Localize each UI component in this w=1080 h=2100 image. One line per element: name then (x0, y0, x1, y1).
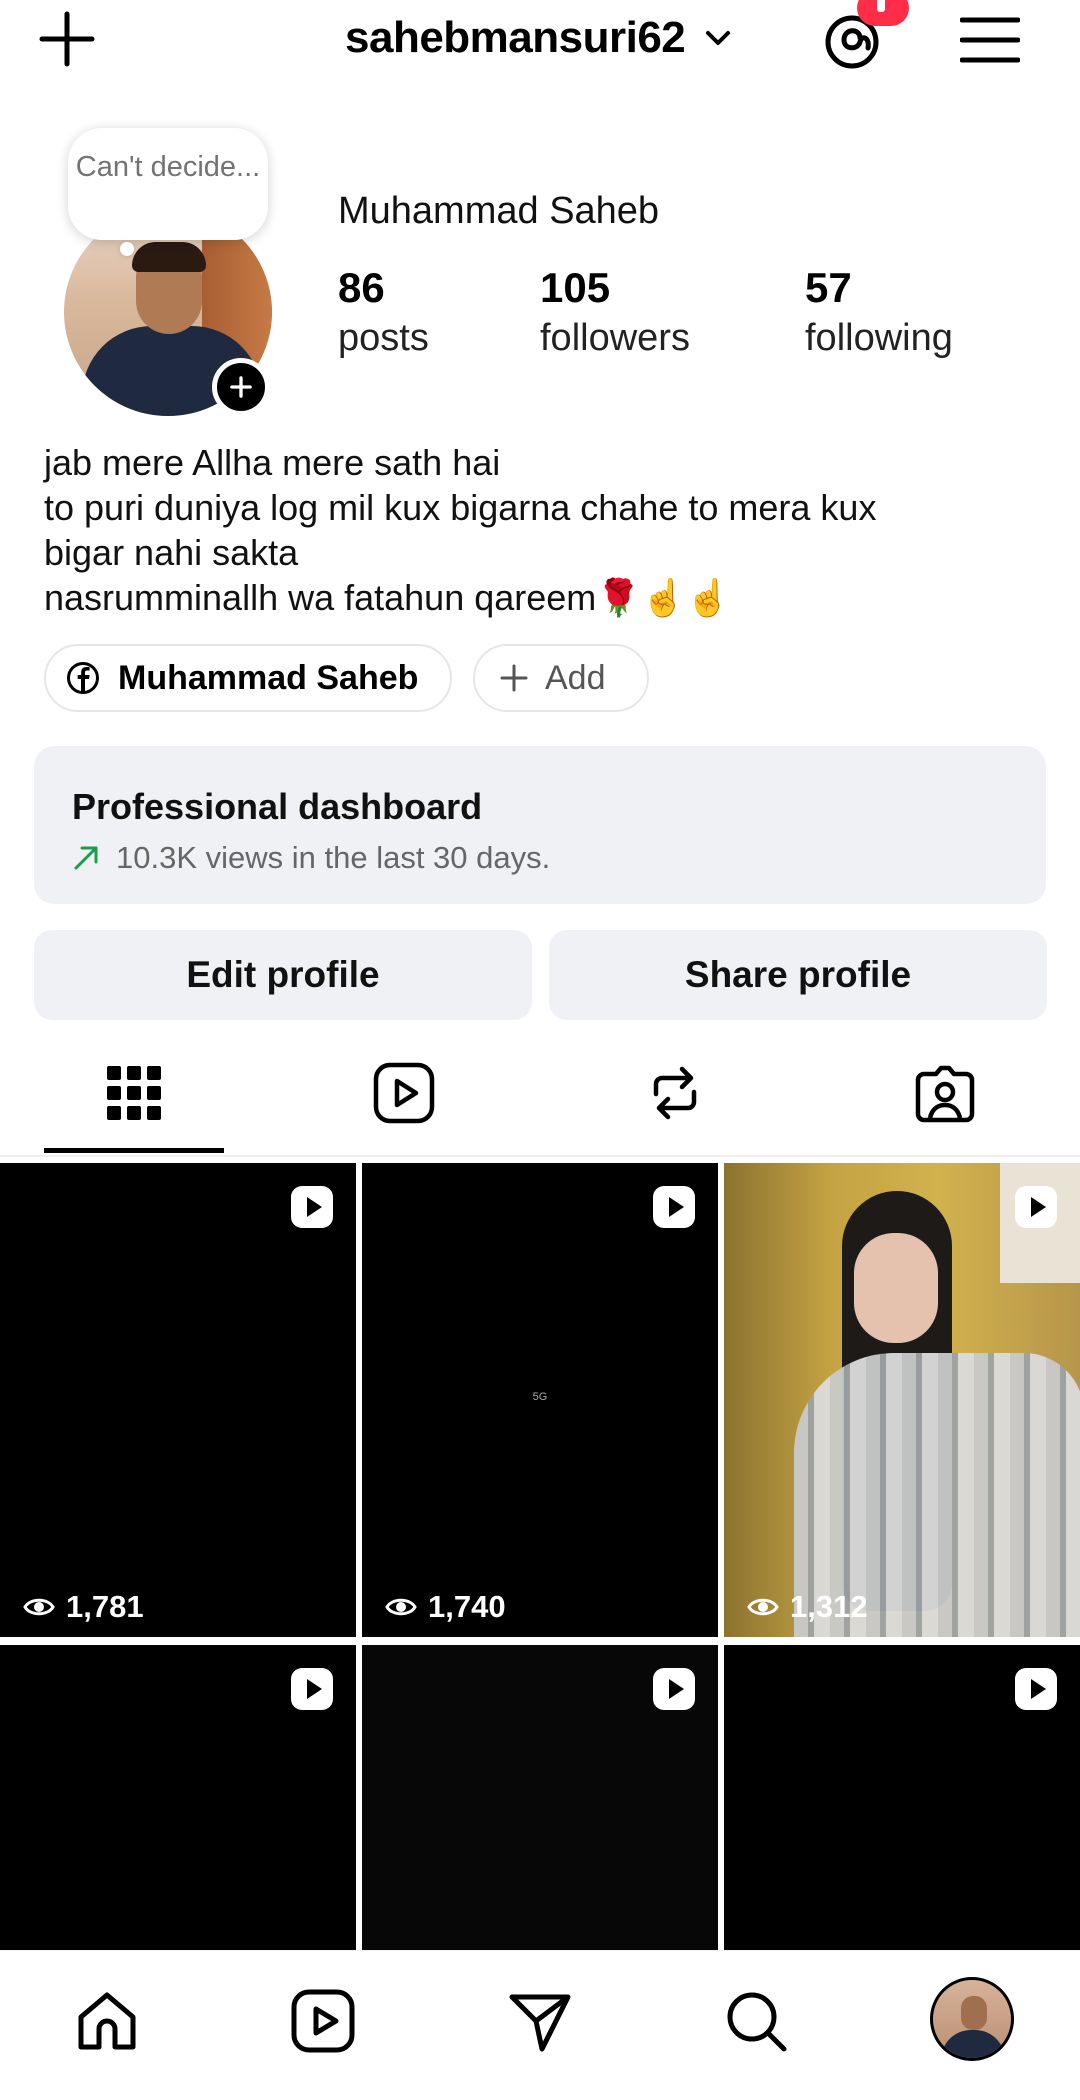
post-tile[interactable] (724, 1645, 1080, 1975)
reel-badge-icon (291, 1668, 333, 1710)
trending-up-arrow-icon (74, 846, 98, 870)
reel-badge-icon (1015, 1186, 1057, 1228)
facebook-icon (67, 662, 99, 694)
facebook-link-chip[interactable]: Muhammad Saheb (44, 644, 452, 712)
view-count: 1,781 (22, 1589, 144, 1625)
posts-label: posts (338, 317, 429, 359)
dashboard-title: Professional dashboard (72, 786, 483, 827)
view-count: 1,312 (746, 1589, 868, 1625)
reel-badge-icon (1015, 1668, 1057, 1710)
profile-avatar-tab[interactable] (930, 1977, 1014, 2061)
bio-line: jab mere Allha mere sath hai (44, 442, 501, 483)
add-link-label: Add (545, 658, 606, 697)
direct-message-icon[interactable] (506, 1987, 574, 2055)
home-icon[interactable] (73, 1987, 141, 2055)
dashboard-subtitle: 10.3K views in the last 30 days. (72, 840, 1046, 876)
add-story-plus-icon[interactable] (212, 358, 270, 416)
username: sahebmansuri62 (345, 13, 686, 62)
edit-profile-button[interactable]: Edit profile (34, 930, 532, 1020)
search-icon[interactable] (722, 1987, 790, 2055)
followers-label: followers (540, 317, 690, 359)
stat-followers[interactable]: 105 followers (540, 262, 690, 362)
divider (0, 1155, 1080, 1157)
eye-icon (385, 1598, 417, 1616)
top-bar: sahebmansuri62 (0, 0, 1080, 90)
view-count-text: 1,312 (790, 1589, 868, 1624)
stat-following[interactable]: 57 following (805, 262, 953, 362)
bio-line: nasrumminallh wa fatahun qareem🌹☝️☝️ (44, 577, 731, 618)
post-tile[interactable] (0, 1645, 356, 1975)
reel-badge-icon (653, 1186, 695, 1228)
chevron-down-icon (706, 31, 731, 45)
active-tab-indicator (44, 1148, 224, 1153)
tagged-icon[interactable] (912, 1060, 978, 1126)
posts-count: 86 (338, 264, 385, 311)
reel-badge-icon (291, 1186, 333, 1228)
create-plus-icon[interactable] (36, 8, 98, 70)
bottom-navigation (0, 1950, 1080, 2100)
followers-count: 105 (540, 264, 611, 311)
view-count-text: 1,781 (66, 1589, 144, 1624)
post-tile[interactable]: 1,781 (0, 1163, 356, 1637)
thumbnail-overlay-text: 5G (532, 1391, 548, 1403)
share-profile-button[interactable]: Share profile (549, 930, 1047, 1020)
view-count-text: 1,740 (428, 1589, 506, 1624)
add-link-chip[interactable]: Add (473, 644, 649, 712)
note-bubble-tail (120, 242, 134, 256)
menu-hamburger-icon[interactable] (960, 12, 1020, 68)
reels-icon[interactable] (289, 1987, 357, 2055)
bio: jab mere Allha mere sath hai to puri dun… (44, 440, 1044, 620)
post-tile[interactable] (362, 1645, 718, 1975)
post-tile[interactable]: 5G 1,740 (362, 1163, 718, 1637)
professional-dashboard-card[interactable]: Professional dashboard 10.3K views in th… (34, 746, 1046, 904)
eye-icon (747, 1598, 779, 1616)
facebook-link-label: Muhammad Saheb (118, 658, 419, 697)
following-label: following (805, 317, 953, 359)
following-count: 57 (805, 264, 852, 311)
reel-badge-icon (653, 1668, 695, 1710)
account-switcher[interactable]: sahebmansuri62 (345, 10, 733, 66)
post-photo (724, 1163, 1080, 1637)
dashboard-views-text: 10.3K views in the last 30 days. (116, 840, 551, 875)
reels-icon[interactable] (371, 1060, 437, 1126)
view-count: 1,740 (384, 1589, 506, 1625)
eye-icon (23, 1598, 55, 1616)
grid-icon[interactable] (101, 1060, 167, 1126)
bio-line: to puri duniya log mil kux bigarna chahe… (44, 487, 877, 528)
reposts-icon[interactable] (642, 1060, 708, 1126)
note-bubble[interactable]: Can't decide... (68, 128, 268, 240)
plus-icon (500, 664, 528, 692)
profile-tabs (0, 1040, 1080, 1158)
post-tile[interactable]: 1,312 (724, 1163, 1080, 1637)
bio-line: bigar nahi sakta (44, 532, 299, 573)
notification-badge (857, 0, 909, 26)
profile-full-name: Muhammad Saheb (338, 190, 660, 232)
stat-posts[interactable]: 86 posts (338, 262, 429, 362)
